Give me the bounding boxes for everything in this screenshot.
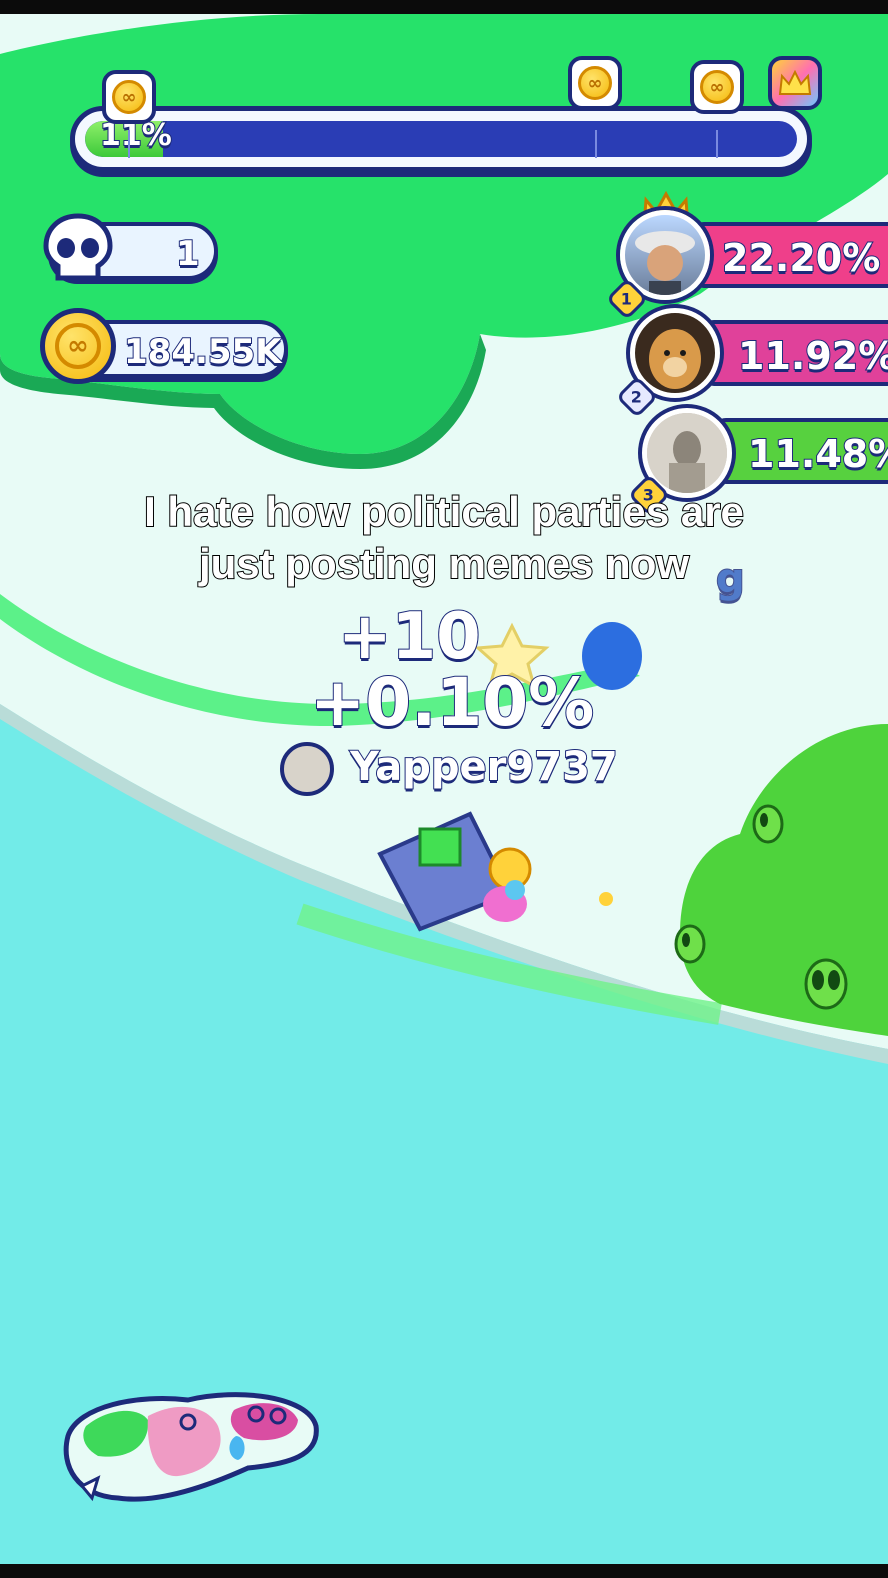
minimap[interactable] (58, 1386, 320, 1506)
top-letterbox (0, 0, 888, 14)
skull-icon (40, 210, 116, 286)
player-name-label: Yapper9737 (349, 743, 619, 791)
milestone-coin-icon: ∞ (568, 56, 622, 110)
player-avatar (280, 742, 334, 796)
caption-line-1: I hate how political parties are (143, 487, 745, 536)
coins-amount: 184.55K (123, 331, 283, 373)
leaderboard-percent-1: 22.20% (721, 235, 881, 281)
other-player-name-partial: g (715, 555, 746, 603)
milestone-coin-icon: ∞ (690, 60, 744, 114)
progress-track (85, 121, 797, 157)
kills-count: 1 (175, 233, 201, 275)
territory-progress-bar (70, 106, 812, 172)
coin-icon: ∞ (40, 308, 116, 384)
milestone-tick (595, 130, 597, 158)
coin-icon (599, 892, 613, 906)
game-stage: 11% ∞ ∞ ∞ 1 ∞ 184.55K 1 22.20% 2 11.92% (0, 14, 888, 1564)
score-gain-popup: +10 (337, 599, 482, 675)
milestone-tick (128, 130, 130, 158)
leaderboard-percent-2: 11.92% (737, 333, 888, 379)
milestone-coin-icon: ∞ (102, 70, 156, 124)
leaderboard-percent-3: 11.48% (747, 431, 888, 477)
territory-gain-popup: +0.10% (309, 663, 595, 742)
milestone-crown-icon (768, 56, 822, 110)
bottom-letterbox (0, 1564, 888, 1578)
milestone-tick (716, 130, 718, 158)
